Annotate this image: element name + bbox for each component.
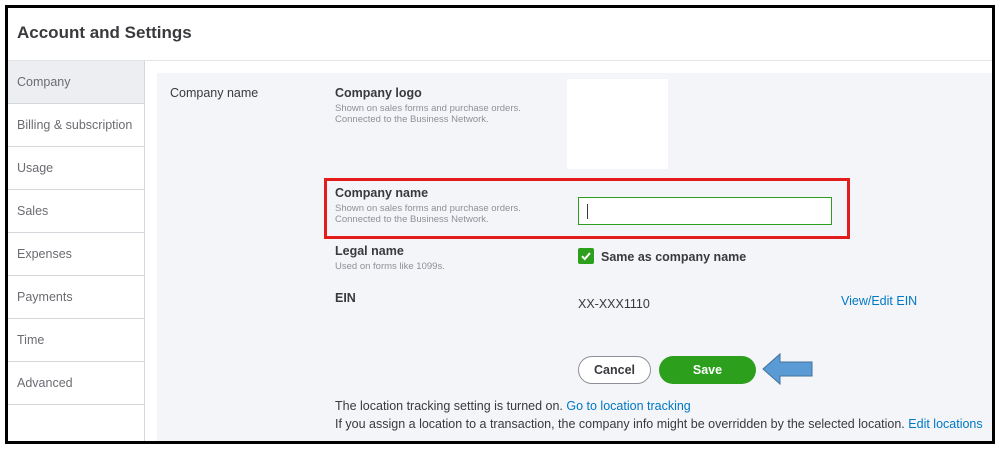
settings-sidebar: Company Billing & subscription Usage Sal… (8, 61, 145, 441)
company-logo-help: Shown on sales forms and purchase orders… (335, 103, 521, 125)
company-name-title: Company name (335, 186, 429, 200)
view-edit-ein-link[interactable]: View/Edit EIN (841, 294, 917, 308)
checkmark-icon (581, 252, 591, 261)
legal-name-title: Legal name (335, 244, 404, 258)
sidebar-item-payments[interactable]: Payments (8, 276, 144, 319)
location-info-line2: If you assign a location to a transactio… (335, 417, 983, 431)
ein-value: XX-XXX1110 (578, 297, 650, 311)
sidebar-item-advanced[interactable]: Advanced (8, 362, 144, 405)
same-as-company-label[interactable]: Same as company name (601, 250, 746, 264)
company-name-help: Shown on sales forms and purchase orders… (335, 203, 521, 225)
window-frame: Account and Settings Company Billing & s… (5, 5, 995, 444)
same-as-company-checkbox[interactable] (578, 248, 594, 264)
sidebar-item-sales[interactable]: Sales (8, 190, 144, 233)
company-logo-title: Company logo (335, 86, 422, 100)
save-button[interactable]: Save (659, 356, 756, 384)
sidebar-item-company[interactable]: Company (8, 61, 144, 104)
sidebar-item-billing[interactable]: Billing & subscription (8, 104, 144, 147)
text-cursor (587, 204, 588, 219)
ein-title: EIN (335, 291, 356, 305)
location-info-line1: The location tracking setting is turned … (335, 399, 691, 413)
arrow-left-icon (762, 352, 813, 386)
sidebar-item-time[interactable]: Time (8, 319, 144, 362)
company-logo-upload[interactable] (567, 79, 668, 169)
edit-locations-link[interactable]: Edit locations (908, 417, 982, 431)
go-to-location-tracking-link[interactable]: Go to location tracking (566, 399, 690, 413)
section-label: Company name (170, 86, 259, 100)
page-header: Account and Settings (8, 8, 992, 61)
legal-name-help: Used on forms like 1099s. (335, 261, 445, 272)
sidebar-item-expenses[interactable]: Expenses (8, 233, 144, 276)
page-title: Account and Settings (17, 23, 192, 42)
company-name-input[interactable] (578, 197, 832, 225)
cancel-button[interactable]: Cancel (578, 356, 651, 384)
sidebar-item-usage[interactable]: Usage (8, 147, 144, 190)
